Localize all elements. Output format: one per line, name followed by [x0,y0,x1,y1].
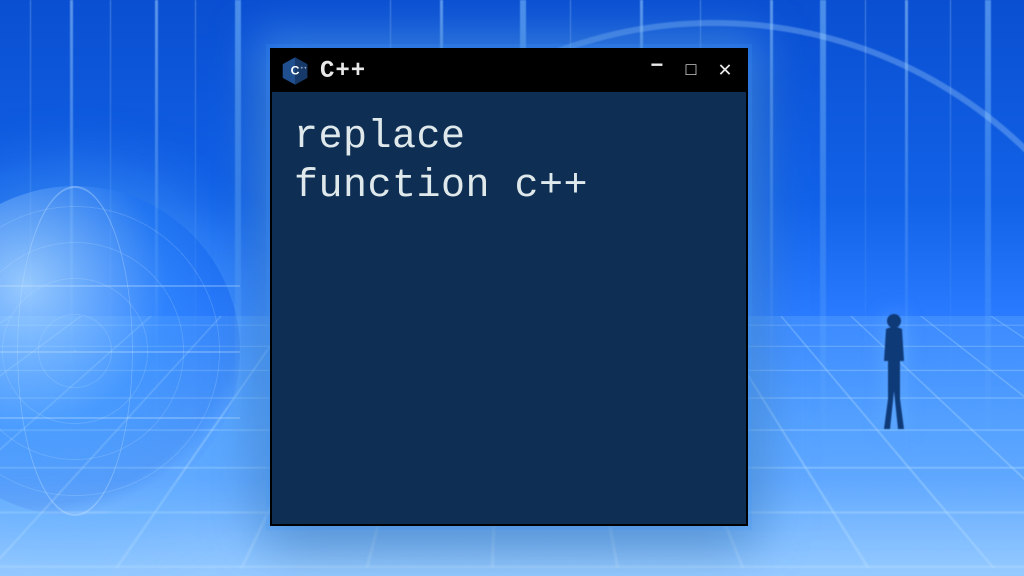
titlebar[interactable]: C + + C++ − □ ✕ [272,50,746,92]
terminal-body: replace function c++ [272,92,746,234]
terminal-window: C + + C++ − □ ✕ replace function c++ [270,48,748,526]
cpp-logo-icon: C + + [280,56,310,86]
svg-text:C: C [291,63,300,77]
svg-text:+: + [300,67,303,72]
terminal-content: replace function c++ [294,114,724,212]
window-title: C++ [320,58,636,85]
minimize-button[interactable]: − [646,56,668,78]
maximize-button[interactable]: □ [680,62,702,80]
bg-person-silhouette [874,311,914,431]
scene-background: C + + C++ − □ ✕ replace function c++ [0,0,1024,576]
close-button[interactable]: ✕ [714,60,736,82]
window-controls: − □ ✕ [646,60,736,82]
svg-text:+: + [304,67,307,72]
